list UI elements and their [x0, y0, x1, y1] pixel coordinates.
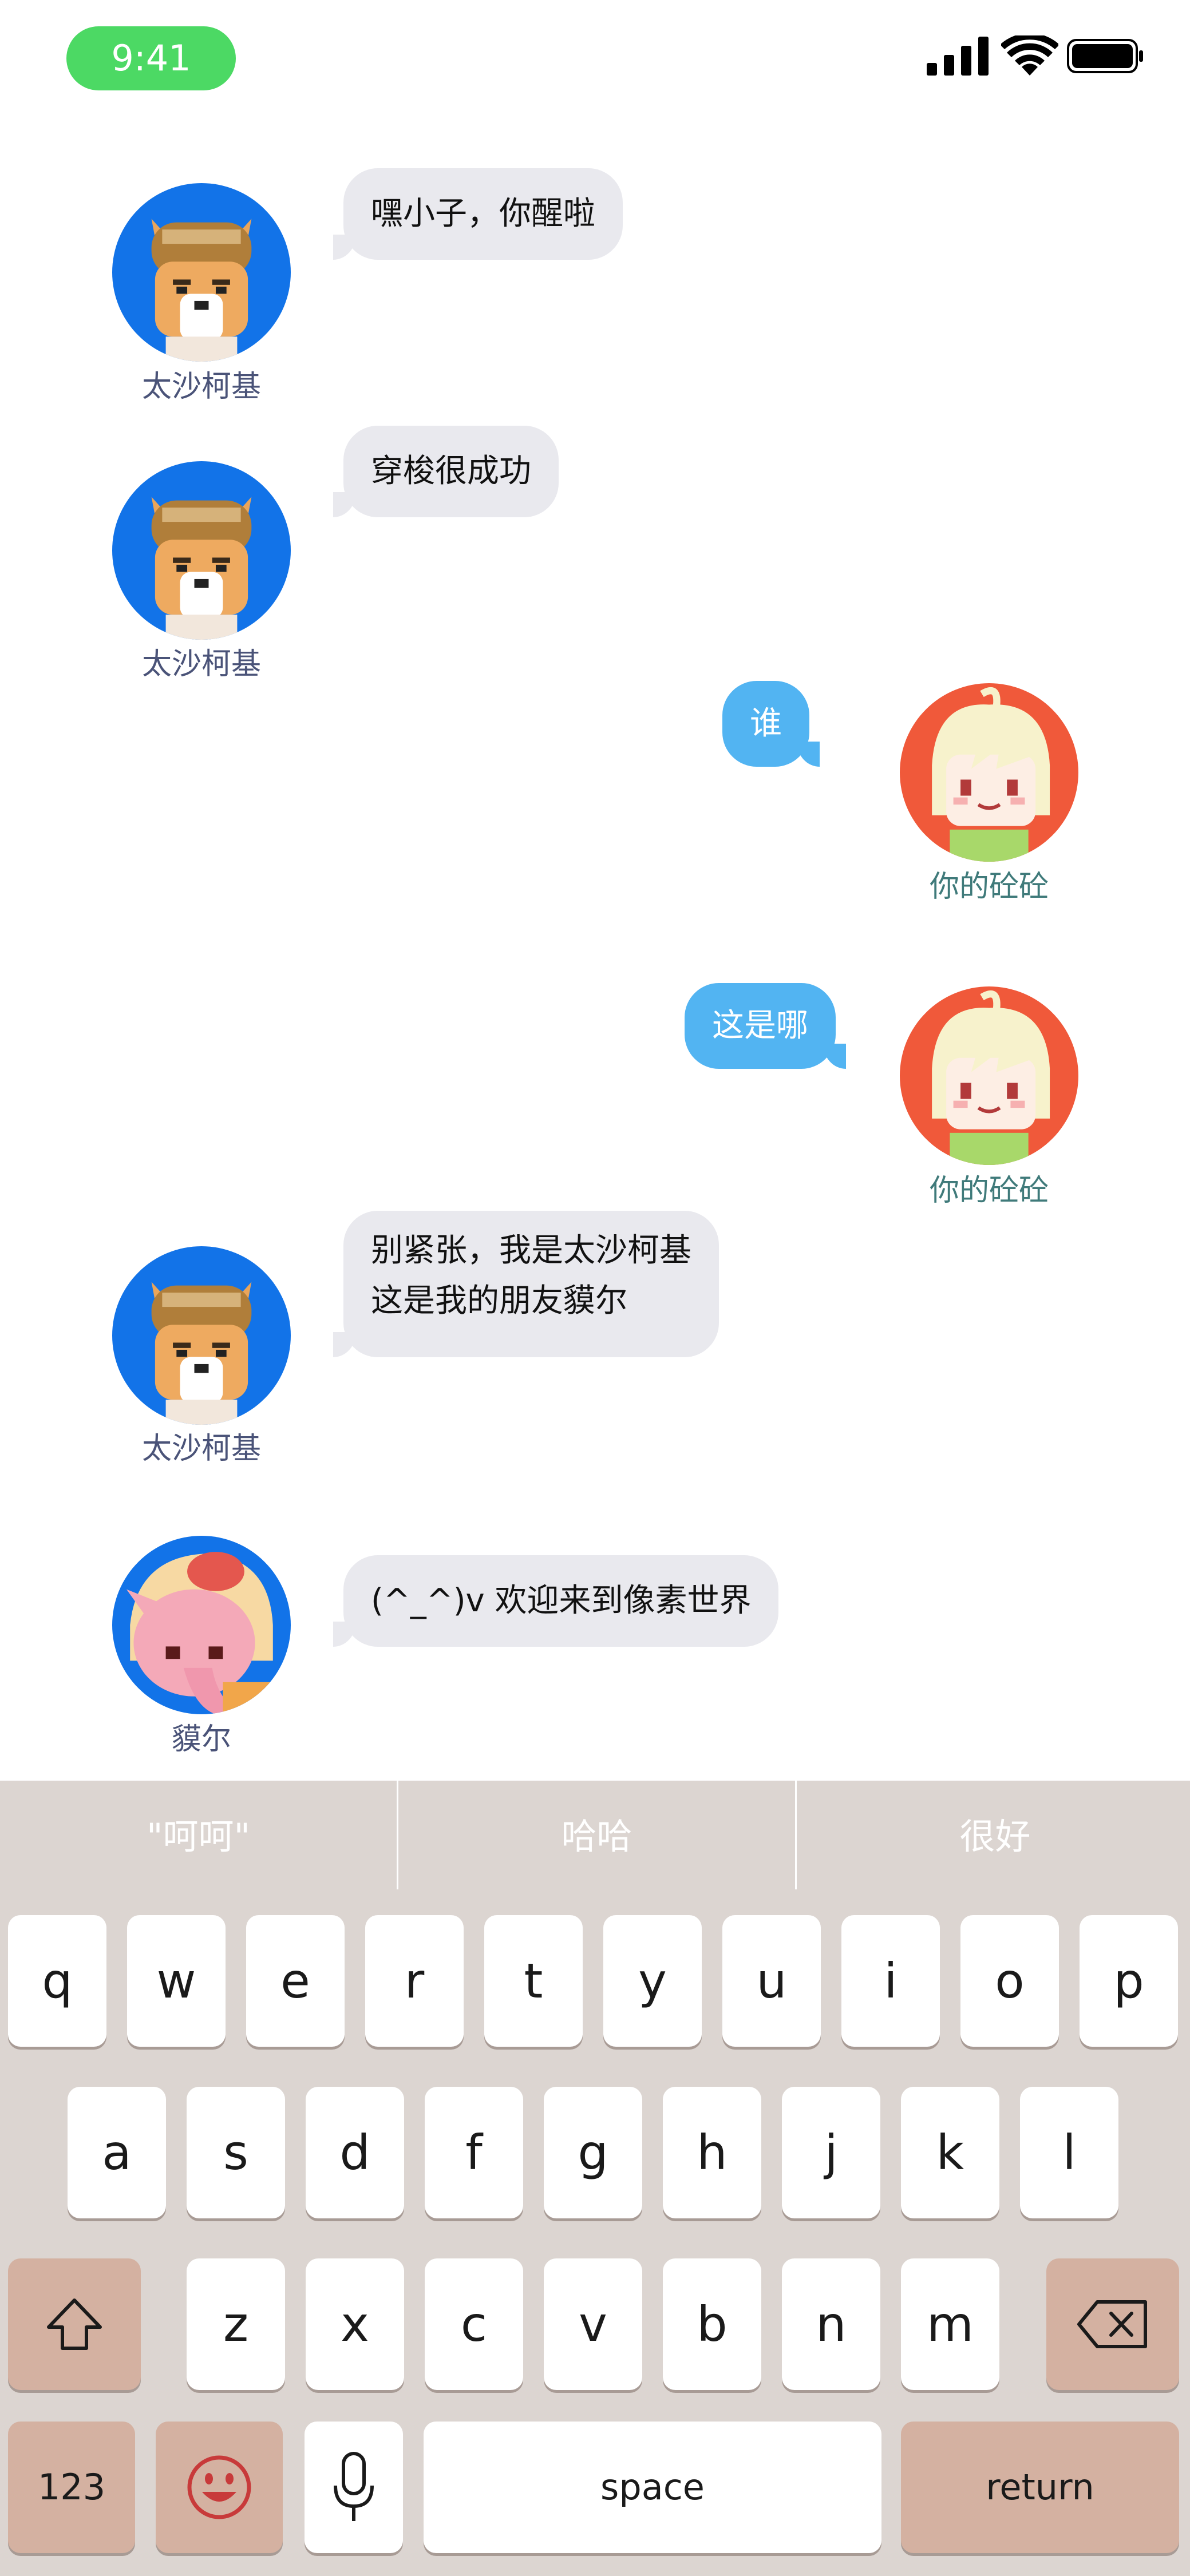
status-time: 9:41 [66, 26, 236, 90]
corgi-avatar[interactable] [112, 183, 291, 362]
key-n[interactable]: n [782, 2258, 880, 2390]
sender-name: 你的砼砼 [929, 1174, 1049, 1208]
message-bubble[interactable]: 谁 [722, 681, 820, 767]
microphone-icon [334, 2452, 374, 2521]
chat-thread[interactable]: 太沙柯基 嘿小子，你醒啦 太沙柯基 穿梭很成功 谁 你的砼砼 这是哪 你的砼砼 … [0, 114, 1190, 1781]
key-w[interactable]: w [127, 1915, 226, 2047]
key-k[interactable]: k [901, 2087, 999, 2218]
message-bubble[interactable]: 这是哪 [685, 983, 846, 1069]
key-r[interactable]: r [365, 1915, 464, 2047]
message-text: 这是我的朋友貘尔 [371, 1282, 627, 1319]
key-s[interactable]: s [187, 2087, 285, 2218]
suggestion-item[interactable]: 哈哈 [398, 1781, 795, 1892]
key-u[interactable]: u [722, 1915, 821, 2047]
sender-name: 貘尔 [171, 1722, 231, 1757]
cellular-signal-icon [927, 37, 989, 76]
message-bubble[interactable]: 别紧张，我是太沙柯基 这是我的朋友貘尔 [333, 1211, 719, 1357]
emoji-icon [187, 2455, 251, 2519]
numbers-key[interactable]: 123 [8, 2422, 135, 2553]
key-l[interactable]: l [1020, 2087, 1118, 2218]
battery-icon [1067, 39, 1143, 73]
return-key[interactable]: return [901, 2422, 1179, 2553]
corgi-avatar[interactable] [112, 461, 291, 640]
key-i[interactable]: i [841, 1915, 940, 2047]
key-c[interactable]: c [425, 2258, 523, 2390]
key-z[interactable]: z [187, 2258, 285, 2390]
key-g[interactable]: g [544, 2087, 642, 2218]
key-o[interactable]: o [960, 1915, 1059, 2047]
key-e[interactable]: e [246, 1915, 345, 2047]
key-b[interactable]: b [663, 2258, 761, 2390]
message-bubble[interactable]: (^_^)v 欢迎来到像素世界 [333, 1555, 779, 1647]
status-bar: 9:41 [0, 0, 1190, 114]
sender-name: 你的砼砼 [929, 870, 1049, 904]
key-h[interactable]: h [663, 2087, 761, 2218]
wifi-icon [1001, 35, 1058, 76]
sender-name: 太沙柯基 [141, 370, 261, 404]
suggestion-item[interactable]: "呵呵" [0, 1781, 397, 1892]
keyboard: "呵呵" 哈哈 很好 q w e r t y u i o p a s d f g… [0, 1781, 1190, 2576]
moer-avatar[interactable] [112, 1536, 291, 1714]
key-x[interactable]: x [306, 2258, 404, 2390]
key-t[interactable]: t [484, 1915, 583, 2047]
suggestion-item[interactable]: 很好 [797, 1781, 1190, 1892]
message-text: 别紧张，我是太沙柯基 [371, 1232, 691, 1269]
status-icons [927, 35, 1144, 81]
key-a[interactable]: a [68, 2087, 166, 2218]
tongtong-avatar[interactable] [900, 683, 1078, 862]
backspace-icon [1077, 2300, 1147, 2348]
key-v[interactable]: v [544, 2258, 642, 2390]
emoji-key[interactable] [156, 2422, 283, 2553]
message-text: (^_^)v 欢迎来到像素世界 [371, 1582, 752, 1619]
tongtong-avatar[interactable] [900, 986, 1078, 1165]
mic-key[interactable] [305, 2422, 403, 2553]
key-f[interactable]: f [425, 2087, 523, 2218]
key-m[interactable]: m [901, 2258, 999, 2390]
message-text: 这是哪 [712, 1007, 808, 1044]
message-text: 穿梭很成功 [371, 453, 531, 490]
delete-key[interactable] [1046, 2258, 1179, 2390]
key-q[interactable]: q [8, 1915, 106, 2047]
suggestion-bar: "呵呵" 哈哈 很好 [0, 1781, 1190, 1892]
message-bubble[interactable]: 穿梭很成功 [333, 426, 559, 517]
key-p[interactable]: p [1080, 1915, 1178, 2047]
message-text: 嘿小子，你醒啦 [371, 195, 595, 232]
space-key[interactable]: space [424, 2422, 881, 2553]
key-y[interactable]: y [603, 1915, 702, 2047]
message-bubble[interactable]: 嘿小子，你醒啦 [333, 168, 623, 260]
sender-name: 太沙柯基 [141, 1432, 261, 1466]
corgi-avatar[interactable] [112, 1246, 291, 1425]
shift-icon [47, 2298, 102, 2350]
shift-key[interactable] [8, 2258, 141, 2390]
sender-name: 太沙柯基 [141, 647, 261, 681]
message-text: 谁 [750, 705, 782, 742]
key-j[interactable]: j [782, 2087, 880, 2218]
key-d[interactable]: d [306, 2087, 404, 2218]
